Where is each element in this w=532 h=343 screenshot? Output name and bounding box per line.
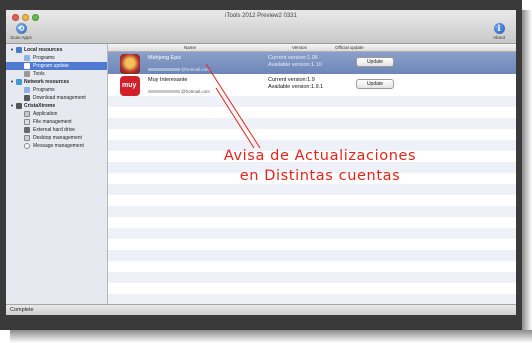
scan-apps-button[interactable]: ⟲ Scan Apps bbox=[8, 23, 34, 40]
sidebar-item-programs[interactable]: Programs bbox=[6, 54, 107, 62]
sidebar-item-network-programs[interactable]: Programs bbox=[6, 86, 107, 94]
annotation-line-1: Avisa de Actualizaciones bbox=[223, 148, 417, 164]
sidebar-item-label: File management bbox=[33, 119, 72, 125]
sidebar-item-label: Desktop management bbox=[33, 135, 82, 141]
sidebar-item-desktop-management[interactable]: Desktop management bbox=[6, 134, 107, 142]
sidebar-item-application[interactable]: Application bbox=[6, 110, 107, 118]
desktop-icon bbox=[24, 135, 30, 141]
sidebar-item-label: Programs bbox=[33, 87, 55, 93]
sidebar-section-label: CristaXtreme bbox=[24, 103, 56, 109]
sidebar-item-message-management[interactable]: Message management bbox=[6, 142, 107, 150]
status-bar: Complete bbox=[6, 304, 516, 315]
disclosure-triangle-icon: ▼ bbox=[10, 47, 14, 52]
disclosure-triangle-icon: ▼ bbox=[10, 79, 14, 84]
sidebar: ▼ Local resources Programs Program updat… bbox=[6, 44, 108, 304]
sidebar-section-label: Network resources bbox=[24, 79, 70, 85]
update-icon bbox=[24, 63, 30, 69]
device-icon bbox=[16, 103, 22, 109]
info-icon: i bbox=[493, 23, 505, 34]
sidebar-item-label: External hard drive bbox=[33, 127, 75, 133]
window-title: iTools 2012 Preview2 0331 bbox=[225, 13, 297, 19]
programs-icon bbox=[24, 55, 30, 61]
disclosure-triangle-icon: ▼ bbox=[10, 103, 14, 108]
title-bar: iTools 2012 Preview2 0331 ⟲ Scan Apps i … bbox=[6, 10, 516, 44]
about-label: About bbox=[493, 35, 505, 40]
sidebar-section-network-resources[interactable]: ▼ Network resources bbox=[6, 78, 107, 86]
status-text: Complete bbox=[10, 307, 34, 313]
frame-shadow-right bbox=[522, 10, 532, 343]
download-icon bbox=[24, 95, 30, 101]
file-icon bbox=[24, 119, 30, 125]
arrow-line-muy bbox=[215, 87, 255, 149]
globe-icon bbox=[16, 79, 22, 85]
message-icon bbox=[24, 143, 30, 149]
update-list: Name Version Official update Mahjong Epi… bbox=[108, 44, 516, 304]
programs-icon bbox=[24, 87, 30, 93]
sidebar-item-file-management[interactable]: File management bbox=[6, 118, 107, 126]
sidebar-section-local-resources[interactable]: ▼ Local resources bbox=[6, 46, 107, 54]
tools-icon bbox=[24, 71, 30, 77]
sidebar-item-label: Message management bbox=[33, 143, 84, 149]
sidebar-item-program-update[interactable]: Program update bbox=[6, 62, 107, 70]
sidebar-item-external-hard-drive[interactable]: External hard drive bbox=[6, 126, 107, 134]
sidebar-item-label: Download management bbox=[33, 95, 86, 101]
annotation-line-2: en Distintas cuentas bbox=[239, 168, 401, 184]
sidebar-item-download-management[interactable]: Download management bbox=[6, 94, 107, 102]
folder-icon bbox=[16, 47, 22, 53]
sidebar-item-label: Tools bbox=[33, 71, 45, 77]
app-window: iTools 2012 Preview2 0331 ⟲ Scan Apps i … bbox=[6, 10, 516, 315]
sidebar-section-device[interactable]: ▼ CristaXtreme bbox=[6, 102, 107, 110]
sidebar-item-tools[interactable]: Tools bbox=[6, 70, 107, 78]
scan-icon: ⟲ bbox=[15, 23, 27, 34]
arrow-line-mahjong bbox=[205, 63, 261, 149]
application-icon bbox=[24, 111, 30, 117]
sidebar-item-label: Program update bbox=[33, 63, 69, 69]
sidebar-section-label: Local resources bbox=[24, 47, 63, 53]
sidebar-item-label: Programs bbox=[33, 55, 55, 61]
hard-drive-icon bbox=[24, 127, 30, 133]
sidebar-item-label: Application bbox=[33, 111, 58, 117]
about-button[interactable]: i About bbox=[486, 23, 512, 40]
frame-shadow-bottom bbox=[10, 330, 532, 343]
scan-apps-label: Scan Apps bbox=[10, 35, 32, 40]
